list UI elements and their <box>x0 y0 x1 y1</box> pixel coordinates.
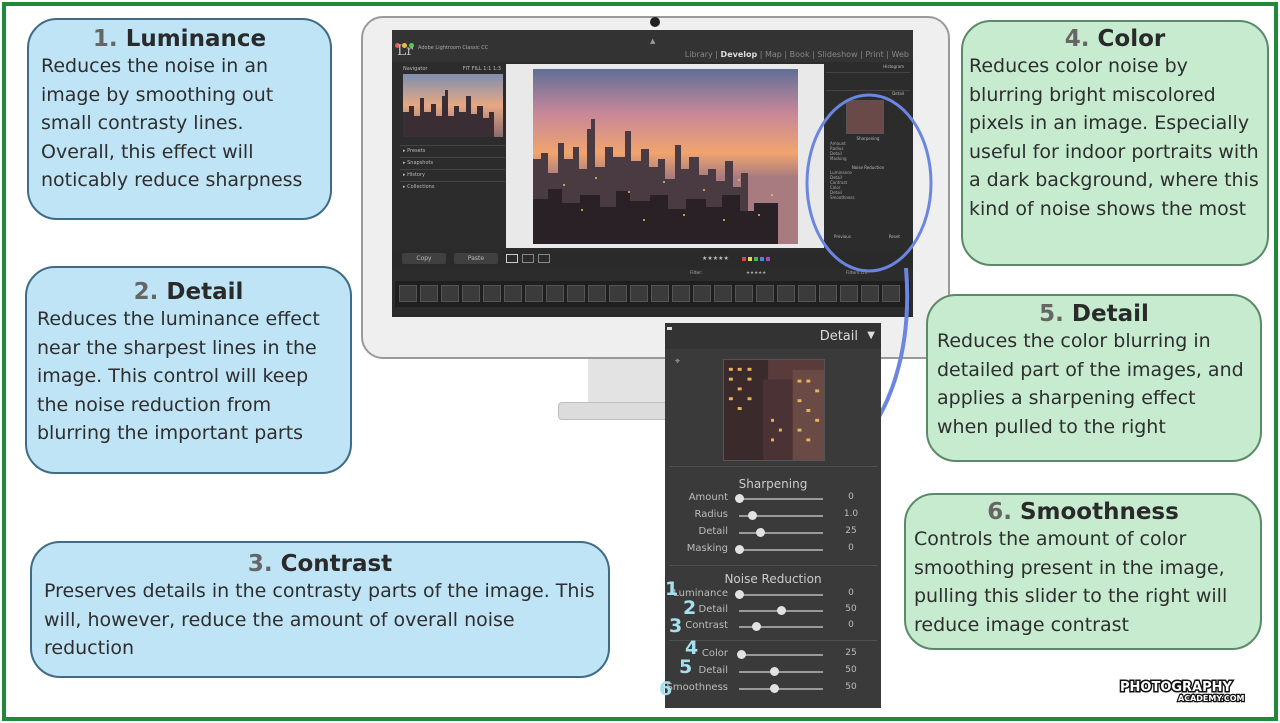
callout-title: Color <box>1097 26 1166 52</box>
slider-label: Masking <box>686 543 728 554</box>
slider-knob[interactable] <box>756 528 765 537</box>
callout-title: Detail <box>1071 301 1149 327</box>
slider-value[interactable]: 0 <box>839 588 863 598</box>
slider-track[interactable] <box>739 671 823 673</box>
slider-value[interactable]: 25 <box>839 648 863 658</box>
slider-track[interactable] <box>739 549 823 551</box>
callout-luminance: 1. Luminance Reduces the noise in an ima… <box>27 18 332 220</box>
slider-track[interactable] <box>739 654 823 656</box>
slider-track[interactable] <box>739 688 823 690</box>
detail-panel-title: Detail <box>819 329 858 344</box>
slider-value[interactable]: 0 <box>839 543 863 553</box>
slider-label: Contrast <box>685 620 728 631</box>
callout-title: Contrast <box>280 551 393 577</box>
slider-track[interactable] <box>739 594 823 596</box>
callout-contrast: 3. Contrast Preserves details in the con… <box>30 541 610 678</box>
divider <box>669 640 877 641</box>
slider-track[interactable] <box>739 498 823 500</box>
slider-knob[interactable] <box>748 511 758 520</box>
detail-zoom-preview <box>723 359 825 461</box>
sharpening-title: Sharpening <box>738 477 808 491</box>
slider-label: Luminance <box>673 588 728 599</box>
step-marker-5: 5 <box>679 656 693 678</box>
slider-label: Detail <box>698 526 728 537</box>
slider-knob[interactable] <box>735 494 744 503</box>
divider <box>669 565 877 566</box>
slider-value[interactable]: 1.0 <box>839 509 863 519</box>
slider-masking[interactable]: Masking 0 <box>665 542 881 558</box>
callout-title: Detail <box>166 279 244 305</box>
slider-label: Smoothness <box>666 682 729 693</box>
slider-knob[interactable] <box>770 667 780 676</box>
callout-color: 4. Color Reduces color noise by blurring… <box>961 20 1269 266</box>
callout-body: Reduces the noise in an image by smoothi… <box>41 55 303 191</box>
slider-value[interactable]: 50 <box>839 604 863 614</box>
callout-number: 6. <box>987 499 1012 525</box>
slider-value[interactable]: 0 <box>839 492 863 502</box>
slider-label: Radius <box>694 509 728 520</box>
callout-number: 1. <box>92 26 118 52</box>
panel-collapse-mark[interactable] <box>667 327 672 330</box>
callout-body: Preserves details in the contrasty parts… <box>44 580 595 659</box>
brand-line-1: PHOTOGRAPHY <box>1120 680 1233 695</box>
slider-label: Detail <box>698 665 728 676</box>
detail-panel-header[interactable]: Detail ▼ <box>665 323 881 349</box>
callout-number: 5. <box>1039 301 1064 327</box>
callout-number: 3. <box>247 551 273 577</box>
slider-knob[interactable] <box>751 622 761 631</box>
slider-knob[interactable] <box>777 606 786 615</box>
slider-label: Amount <box>688 492 728 503</box>
slider-detail[interactable]: Detail 25 <box>665 525 881 541</box>
slider-value[interactable]: 0 <box>839 620 863 630</box>
slider-smoothness[interactable]: Smoothness 50 <box>665 681 881 697</box>
divider <box>669 466 877 467</box>
target-adjust-icon[interactable]: ⌖ <box>675 357 680 367</box>
callout-detail: 2. Detail Reduces the luminance effect n… <box>25 266 352 474</box>
callout-smoothness: 6. Smoothness Controls the amount of col… <box>904 493 1262 650</box>
slider-label: Color <box>701 648 728 659</box>
step-marker-6: 6 <box>659 678 673 700</box>
callout-number: 2. <box>133 279 159 305</box>
callout-body: Reduces the luminance effect near the sh… <box>37 308 320 444</box>
noise-reduction-title: Noise Reduction <box>724 572 822 586</box>
slider-label: Detail <box>698 604 728 615</box>
callout-number: 4. <box>1064 26 1090 52</box>
slider-contrast[interactable]: Contrast 0 <box>665 619 881 635</box>
slider-amount[interactable]: Amount 0 <box>665 491 881 507</box>
slider-detail[interactable]: Detail 50 <box>665 603 881 619</box>
callout-color-detail: 5. Detail Reduces the color blurring in … <box>926 294 1262 462</box>
step-marker-3: 3 <box>669 615 683 637</box>
slider-knob[interactable] <box>736 650 746 659</box>
detail-panel: Detail ▼ ⌖ Sharpening Amount 0 Radius 1.0 De… <box>659 323 881 708</box>
callout-title: Luminance <box>125 26 267 52</box>
highlight-ellipse <box>805 93 933 273</box>
slider-radius[interactable]: Radius 1.0 <box>665 508 881 524</box>
callout-body: Reduces color noise by blurring bright m… <box>969 55 1259 220</box>
slider-knob[interactable] <box>735 590 744 599</box>
slider-value[interactable]: 25 <box>839 526 863 536</box>
slider-knob[interactable] <box>770 684 780 693</box>
slider-knob[interactable] <box>735 545 744 554</box>
callout-title: Smoothness <box>1019 499 1179 525</box>
step-marker-2: 2 <box>683 597 697 619</box>
slider-detail[interactable]: Detail 50 <box>665 664 881 680</box>
slider-luminance[interactable]: Luminance 0 <box>665 587 881 603</box>
callout-body: Controls the amount of color smoothing p… <box>914 528 1228 636</box>
slider-value[interactable]: 50 <box>839 665 863 675</box>
slider-value[interactable]: 50 <box>839 682 863 692</box>
brand-line-2: ACADEMY.COM <box>1178 694 1245 703</box>
step-marker-1: 1 <box>665 578 679 600</box>
triangle-down-icon[interactable]: ▼ <box>867 330 875 341</box>
photography-academy-logo: PHOTOGRAPHY ACADEMY.COM <box>1119 679 1246 704</box>
slider-track[interactable] <box>739 532 823 534</box>
callout-body: Reduces the color blurring in detailed p… <box>937 330 1244 438</box>
